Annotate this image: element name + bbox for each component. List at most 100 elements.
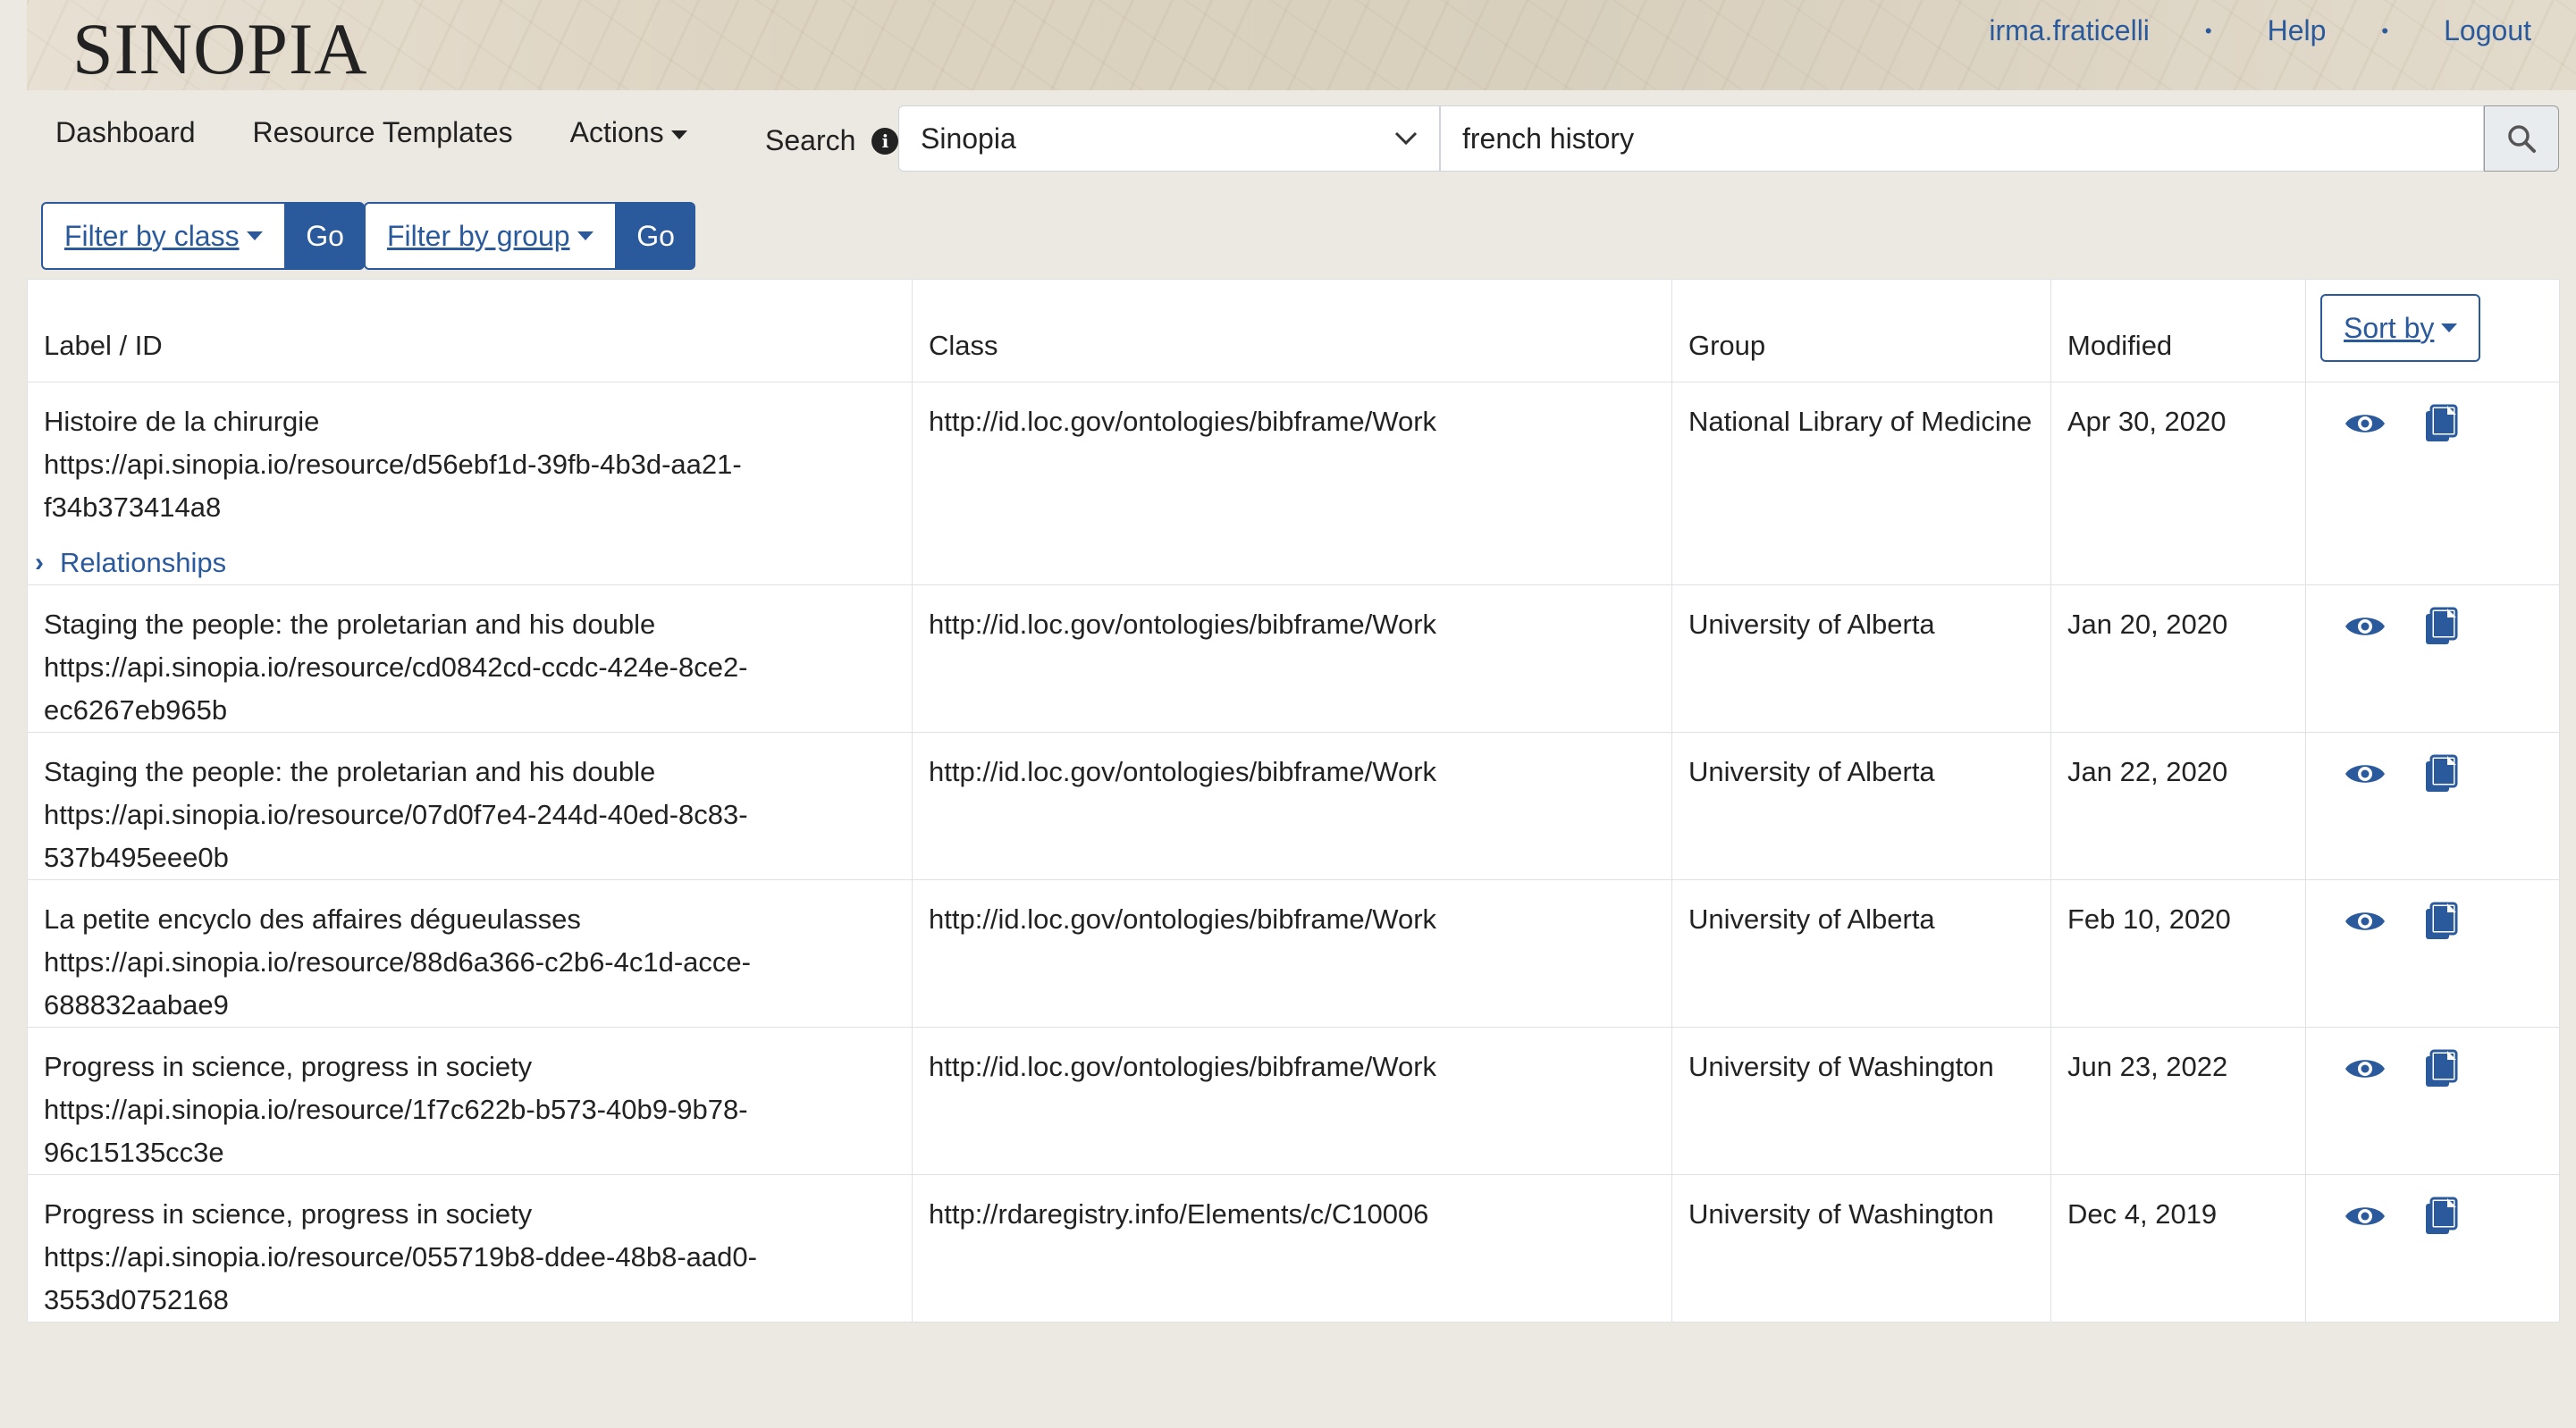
copy-icon[interactable] (2424, 754, 2458, 794)
eye-icon[interactable] (2344, 612, 2387, 641)
copy-icon[interactable] (2424, 1197, 2458, 1236)
resource-id: https://api.sinopia.io/resource/055719b8… (44, 1241, 757, 1273)
table-header-row: Label / ID Class Group Modified Sort by (27, 279, 2560, 382)
actions-label: Actions (569, 116, 664, 148)
label-id-cell: Histoire de la chirurgie https://api.sin… (27, 382, 913, 585)
resource-id: https://api.sinopia.io/resource/d56ebf1d… (44, 449, 742, 480)
resource-id: https://api.sinopia.io/resource/cd0842cd… (44, 651, 748, 683)
separator-dot: • (2204, 19, 2212, 42)
search-scope-value: Sinopia (921, 122, 1016, 155)
resource-label: Progress in science, progress in society (44, 1051, 533, 1082)
sort-by-dropdown[interactable]: Sort by (2320, 294, 2481, 362)
class-cell: http://id.loc.gov/ontologies/bibframe/Wo… (912, 732, 1672, 880)
modified-cell: Feb 10, 2020 (2050, 879, 2306, 1028)
modified-cell: Dec 4, 2019 (2050, 1174, 2306, 1323)
search-results-table: Label / ID Class Group Modified Sort by … (27, 279, 2560, 1323)
copy-icon[interactable] (2424, 902, 2458, 941)
modified-cell: Jun 23, 2022 (2050, 1027, 2306, 1175)
class-cell: http://id.loc.gov/ontologies/bibframe/Wo… (912, 584, 1672, 733)
group-cell: University of Washington (1671, 1174, 2051, 1323)
table-row: Staging the people: the proletarian and … (27, 732, 2560, 880)
search-button[interactable] (2484, 105, 2559, 172)
nav-resource-templates[interactable]: Resource Templates (253, 116, 513, 149)
resource-id-cont: 537b495eee0b (44, 842, 229, 873)
caret-down-icon (246, 231, 263, 240)
filter-group-go-button[interactable]: Go (616, 202, 695, 270)
eye-icon[interactable] (2344, 409, 2387, 438)
resource-label: Histoire de la chirurgie (44, 406, 320, 437)
table-row: Progress in science, progress in society… (27, 1174, 2560, 1323)
relationships-toggle[interactable]: › Relationships (35, 542, 896, 584)
label-id-cell: Progress in science, progress in society… (27, 1027, 913, 1175)
label-id-cell: Staging the people: the proletarian and … (27, 584, 913, 733)
modified-cell: Jan 22, 2020 (2050, 732, 2306, 880)
nav-dashboard[interactable]: Dashboard (55, 116, 196, 149)
eye-icon[interactable] (2344, 760, 2387, 788)
actions-cell (2305, 732, 2560, 880)
relationships-label: Relationships (60, 547, 227, 578)
sinopia-logo[interactable]: SINOPIA (72, 7, 367, 91)
chevron-right-icon: › (35, 548, 44, 577)
actions-cell (2305, 584, 2560, 733)
header-label-id: Label / ID (27, 279, 913, 382)
filter-class-go-button[interactable]: Go (285, 202, 365, 270)
user-link[interactable]: irma.fraticelli (1989, 14, 2150, 47)
resource-label: Staging the people: the proletarian and … (44, 756, 656, 787)
caret-down-icon (670, 130, 687, 139)
resource-label: La petite encyclo des affaires dégueulas… (44, 903, 581, 935)
search-scope-select[interactable]: Sinopia (898, 105, 1440, 172)
main-nav: Dashboard Resource Templates Actions (55, 116, 745, 149)
resource-id: https://api.sinopia.io/resource/07d0f7e4… (44, 799, 748, 830)
actions-cell (2305, 1027, 2560, 1175)
group-cell: University of Washington (1671, 1027, 2051, 1175)
nav-actions-dropdown[interactable]: Actions (570, 116, 687, 149)
header-sort: Sort by (2305, 279, 2560, 382)
filter-by-class-group: Filter by class Go (41, 202, 365, 270)
actions-cell (2305, 382, 2560, 585)
table-row: Staging the people: the proletarian and … (27, 584, 2560, 733)
header-banner: SINOPIA irma.fraticelli • Help • Logout (27, 0, 2576, 90)
actions-cell (2305, 879, 2560, 1028)
label-id-cell: Staging the people: the proletarian and … (27, 732, 913, 880)
header-group: Group (1671, 279, 2051, 382)
resource-id: https://api.sinopia.io/resource/88d6a366… (44, 946, 751, 978)
group-cell: University of Alberta (1671, 732, 2051, 880)
search-icon (2508, 125, 2536, 153)
resource-id-cont: 96c15135cc3e (44, 1137, 224, 1168)
actions-cell (2305, 1174, 2560, 1323)
info-icon[interactable]: i (871, 127, 899, 155)
logout-link[interactable]: Logout (2444, 14, 2531, 47)
resource-id-cont: f34b373414a8 (44, 491, 222, 523)
copy-icon[interactable] (2424, 607, 2458, 646)
filter-group-label: Filter by group (387, 219, 570, 252)
label-id-cell: La petite encyclo des affaires dégueulas… (27, 879, 913, 1028)
header-modified: Modified (2050, 279, 2306, 382)
filter-by-class-dropdown[interactable]: Filter by class (41, 202, 286, 270)
caret-down-icon (577, 231, 593, 240)
caret-down-icon (2441, 323, 2458, 332)
copy-icon[interactable] (2424, 1049, 2458, 1088)
resource-label: Staging the people: the proletarian and … (44, 609, 656, 640)
class-cell: http://id.loc.gov/ontologies/bibframe/Wo… (912, 382, 1672, 585)
table-row: Histoire de la chirurgie https://api.sin… (27, 382, 2560, 585)
filter-class-label: Filter by class (64, 219, 240, 252)
eye-icon[interactable] (2344, 907, 2387, 936)
eye-icon[interactable] (2344, 1054, 2387, 1083)
eye-icon[interactable] (2344, 1202, 2387, 1231)
group-cell: University of Alberta (1671, 879, 2051, 1028)
copy-icon[interactable] (2424, 404, 2458, 443)
sort-by-label: Sort by (2344, 311, 2435, 344)
group-cell: National Library of Medicine (1671, 382, 2051, 585)
group-cell: University of Alberta (1671, 584, 2051, 733)
label-id-cell: Progress in science, progress in society… (27, 1174, 913, 1323)
class-cell: http://id.loc.gov/ontologies/bibframe/Wo… (912, 1027, 1672, 1175)
resource-label: Progress in science, progress in society (44, 1198, 533, 1230)
search-input[interactable]: french history (1440, 105, 2484, 172)
help-link[interactable]: Help (2268, 14, 2327, 47)
modified-cell: Apr 30, 2020 (2050, 382, 2306, 585)
modified-cell: Jan 20, 2020 (2050, 584, 2306, 733)
class-cell: http://rdaregistry.info/Elements/c/C1000… (912, 1174, 1672, 1323)
table-row: Progress in science, progress in society… (27, 1027, 2560, 1175)
filter-by-group-dropdown[interactable]: Filter by group (364, 202, 617, 270)
chevron-down-icon (1394, 131, 1418, 146)
